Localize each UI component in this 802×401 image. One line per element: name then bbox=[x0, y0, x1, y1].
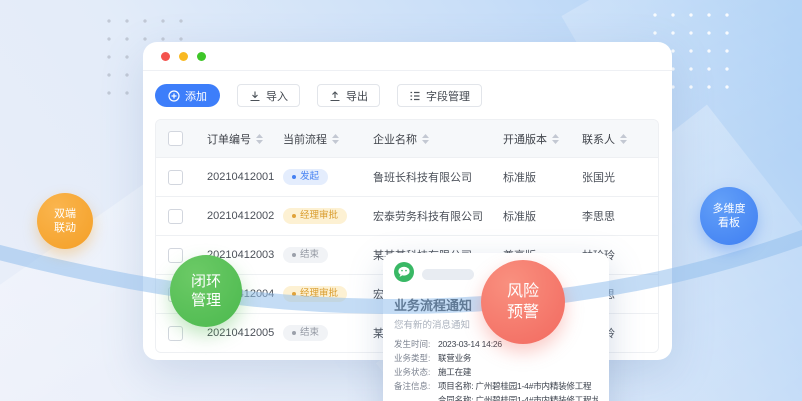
field-manage-button-label: 字段管理 bbox=[426, 88, 470, 104]
flow-status-badge: 经理审批 bbox=[283, 286, 347, 302]
notification-fields: 发生时间:2023-03-14 14:26 业务类型:联营业务 业务状态:施工在… bbox=[394, 337, 598, 401]
cell-order-id: 20210412002 bbox=[194, 210, 270, 222]
upload-icon bbox=[329, 90, 341, 102]
sort-icon[interactable] bbox=[332, 134, 339, 144]
sender-name-placeholder bbox=[422, 269, 474, 280]
feature-badge-risk-warning: 风险预警 bbox=[481, 260, 565, 344]
row-checkbox[interactable] bbox=[168, 209, 183, 224]
cell-version: 标准版 bbox=[490, 208, 569, 224]
feature-badge-dual-linkage: 双端联动 bbox=[37, 193, 93, 249]
table-row[interactable]: 20210412001 发起 鲁班长科技有限公司 标准版 张国光 bbox=[156, 157, 658, 196]
status-dot-icon bbox=[292, 253, 296, 257]
notification-field: 业务状态:施工在建 bbox=[394, 365, 598, 379]
sort-icon[interactable] bbox=[256, 134, 263, 144]
flow-status-badge: 发起 bbox=[283, 169, 328, 185]
download-icon bbox=[249, 90, 261, 102]
status-dot-icon bbox=[292, 292, 296, 296]
select-all-checkbox[interactable] bbox=[168, 131, 183, 146]
export-button[interactable]: 导出 bbox=[317, 84, 380, 107]
window-titlebar bbox=[143, 42, 672, 71]
export-button-label: 导出 bbox=[346, 88, 368, 104]
import-button[interactable]: 导入 bbox=[237, 84, 300, 107]
table-row[interactable]: 20210412002 经理审批 宏泰劳务科技有限公司 标准版 李思思 bbox=[156, 196, 658, 235]
feature-badge-closed-loop: 闭环管理 bbox=[170, 255, 242, 327]
col-header-contact[interactable]: 联系人 bbox=[582, 131, 615, 147]
row-checkbox[interactable] bbox=[168, 326, 183, 341]
cell-order-id: 20210412001 bbox=[194, 171, 270, 183]
notification-field: 备注信息:项目名称: 广州碧桂园1-4#市内精装修工程 bbox=[394, 379, 598, 393]
col-header-version[interactable]: 开通版本 bbox=[503, 131, 547, 147]
row-checkbox[interactable] bbox=[168, 170, 183, 185]
cell-contact: 张国光 bbox=[569, 169, 658, 185]
toolbar: 添加 导入 导出 字段管理 bbox=[143, 71, 672, 107]
sort-icon[interactable] bbox=[422, 134, 429, 144]
status-dot-icon bbox=[292, 175, 296, 179]
cell-company: 鲁班长科技有限公司 bbox=[360, 169, 490, 185]
status-dot-icon bbox=[292, 214, 296, 218]
import-button-label: 导入 bbox=[266, 88, 288, 104]
col-header-flow[interactable]: 当前流程 bbox=[283, 131, 327, 147]
flow-status-badge: 结束 bbox=[283, 247, 328, 263]
status-dot-icon bbox=[292, 331, 296, 335]
flow-status-badge: 经理审批 bbox=[283, 208, 347, 224]
col-header-order-id[interactable]: 订单编号 bbox=[207, 131, 251, 147]
cell-contact: 李思思 bbox=[569, 208, 658, 224]
notification-field: 业务类型:联营业务 bbox=[394, 351, 598, 365]
cell-order-id: 20210412005 bbox=[194, 327, 270, 339]
window-maximize-icon[interactable] bbox=[197, 52, 206, 61]
notification-field: 发生时间:2023-03-14 14:26 bbox=[394, 337, 598, 351]
cell-version: 标准版 bbox=[490, 169, 569, 185]
window-close-icon[interactable] bbox=[161, 52, 170, 61]
add-button-label: 添加 bbox=[185, 88, 207, 104]
cell-company: 宏泰劳务科技有限公司 bbox=[360, 208, 490, 224]
sort-icon[interactable] bbox=[620, 134, 627, 144]
add-button[interactable]: 添加 bbox=[155, 84, 220, 107]
page-background: 添加 导入 导出 字段管理 bbox=[0, 0, 802, 401]
feature-badge-multi-dashboard: 多维度看板 bbox=[700, 187, 758, 245]
row-checkbox[interactable] bbox=[168, 248, 183, 263]
notification-field: 合同名称: 广州碧桂园1-4#市内精装修工程龙骨采购合同 bbox=[394, 393, 598, 401]
plus-circle-icon bbox=[168, 90, 180, 102]
window-minimize-icon[interactable] bbox=[179, 52, 188, 61]
list-icon bbox=[409, 90, 421, 102]
table-header-row: 订单编号 当前流程 企业名称 开通版本 联系人 bbox=[156, 120, 658, 157]
sort-icon[interactable] bbox=[552, 134, 559, 144]
col-header-company[interactable]: 企业名称 bbox=[373, 131, 417, 147]
flow-status-badge: 结束 bbox=[283, 325, 328, 341]
wechat-icon bbox=[394, 262, 414, 287]
field-manage-button[interactable]: 字段管理 bbox=[397, 84, 482, 107]
